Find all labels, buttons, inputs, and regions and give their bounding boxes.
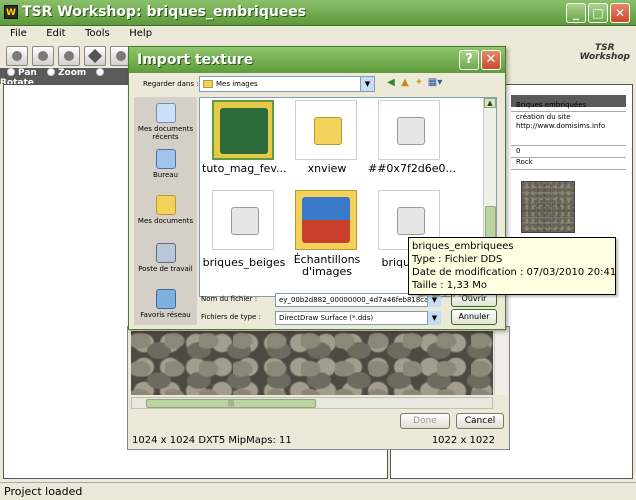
file-caption[interactable]: ##0x7f2d6e0... [368,162,456,175]
status-bar: Project loaded [0,482,636,500]
new-folder-icon[interactable]: ✦ [413,77,425,89]
pan-label: Pan [18,68,37,78]
property-name[interactable]: Briques embriquées [516,101,586,110]
rotate-radio[interactable] [96,68,105,76]
scroll-thumb[interactable]: ||| [146,399,316,408]
chevron-down-icon[interactable]: ▼ [360,77,374,91]
menu-bar: File Edit Tools Help [0,26,636,44]
property-description-2[interactable]: http://www.domisims.info [516,122,605,131]
folder-icon [314,117,342,145]
place-documents[interactable]: Mes documents [134,195,197,225]
chevron-down-icon[interactable]: ▼ [427,311,441,325]
dds-file-icon [231,207,259,235]
main-titlebar: W TSR Workshop: briques_embriquees _ □ ✕ [0,0,636,26]
texture-info: 1024 x 1024 DXT5 MipMaps: 11 [132,435,292,446]
window-title: TSR Workshop: briques_embriquees [22,4,307,20]
desktop-icon [155,149,176,169]
view-diamond-button[interactable] [84,46,106,66]
file-type-label: Fichiers de type : [201,313,261,321]
cancel-button[interactable]: Annuler [451,309,497,325]
tooltip-size: Taille : 1,33 Mo [412,280,487,291]
texture-horizontal-scrollbar[interactable]: ||| [131,397,493,409]
texture-vertical-scrollbar[interactable] [494,331,508,395]
tsr-logo: TSR Workshop [579,43,630,62]
close-button[interactable]: ✕ [610,3,630,23]
look-in-select[interactable]: Mes images ▼ [199,76,375,92]
tooltip-modified: Date de modification : 07/03/2010 20:41 [412,267,617,278]
mode-bar: Pan Zoom Rotate [0,68,130,88]
folder-caption[interactable]: xnview [285,162,369,175]
texture-preview [131,331,493,395]
divider [511,111,626,112]
file-name-label: Nom du fichier : [201,295,258,303]
maximize-button[interactable]: □ [588,3,608,23]
minimize-button[interactable]: _ [566,3,586,23]
file-thumbnail[interactable] [212,190,274,250]
tooltip-type: Type : Fichier DDS [412,254,503,265]
image-icon [220,108,268,154]
texture-panel: ||| Done Cancel 1024 x 1024 DXT5 MipMaps… [127,326,510,450]
status-text: Project loaded [4,485,83,498]
dialog-title: Import texture [137,52,254,68]
dialog-titlebar: Import texture ? ✕ [129,47,505,73]
file-caption[interactable]: briques_beiges [202,256,286,269]
app-icon: W [4,5,18,19]
file-caption[interactable]: tuto_mag_fev... [202,162,287,175]
property-value[interactable]: 0 [516,147,520,156]
network-icon [155,289,176,309]
back-icon[interactable]: ◀ [385,77,397,89]
up-folder-icon[interactable]: ▲ [399,77,411,89]
texture-swatch[interactable] [521,181,575,233]
places-bar: Mes documents récents Bureau Mes documen… [134,97,197,325]
menu-tools[interactable]: Tools [75,26,116,39]
menu-file[interactable]: File [0,26,33,39]
look-in-label: Regarder dans : [143,80,199,88]
view-capsule-button[interactable] [58,46,80,66]
texture-cancel-button[interactable]: Cancel [456,413,504,429]
done-button[interactable]: Done [400,413,450,429]
file-type-select[interactable]: DirectDraw Surface (*.dds) [275,311,441,325]
view-menu-icon[interactable]: ▦▾ [427,77,443,89]
menu-edit[interactable]: Edit [36,26,71,39]
divider [511,145,626,146]
computer-icon [155,243,176,263]
property-description-1[interactable]: création du site [516,113,571,122]
folder-thumbnail[interactable] [295,190,357,250]
file-tooltip: briques_embriquees Type : Fichier DDS Da… [408,237,616,295]
view-sphere-button[interactable] [6,46,28,66]
place-recent[interactable]: Mes documents récents [134,103,197,141]
scroll-up-icon[interactable]: ▲ [484,98,496,108]
folder-thumbnail[interactable] [295,100,357,160]
property-category[interactable]: Rock [516,158,533,167]
dds-file-icon [397,207,425,235]
zoom-radio[interactable] [46,68,55,76]
place-computer[interactable]: Poste de travail [134,243,197,273]
sample-images-icon [302,197,350,243]
menu-help[interactable]: Help [119,26,158,39]
place-desktop[interactable]: Bureau [134,149,197,179]
dds-file-icon [397,117,425,145]
view-cylinder-button[interactable] [32,46,54,66]
folder-caption[interactable]: Échantillons d'images [285,254,369,278]
file-thumbnail[interactable] [212,100,274,160]
recent-documents-icon [155,103,176,123]
zoom-label: Zoom [57,68,87,78]
place-network[interactable]: Favoris réseau [134,289,197,319]
file-thumbnail[interactable] [378,100,440,160]
divider [511,169,626,170]
texture-size: 1022 x 1022 [431,435,495,446]
my-documents-icon [155,195,176,215]
tooltip-name: briques_embriquees [412,241,514,252]
help-button[interactable]: ? [459,50,479,70]
pan-radio[interactable] [7,68,15,76]
folder-icon [203,80,213,88]
dialog-close-button[interactable]: ✕ [481,50,501,70]
